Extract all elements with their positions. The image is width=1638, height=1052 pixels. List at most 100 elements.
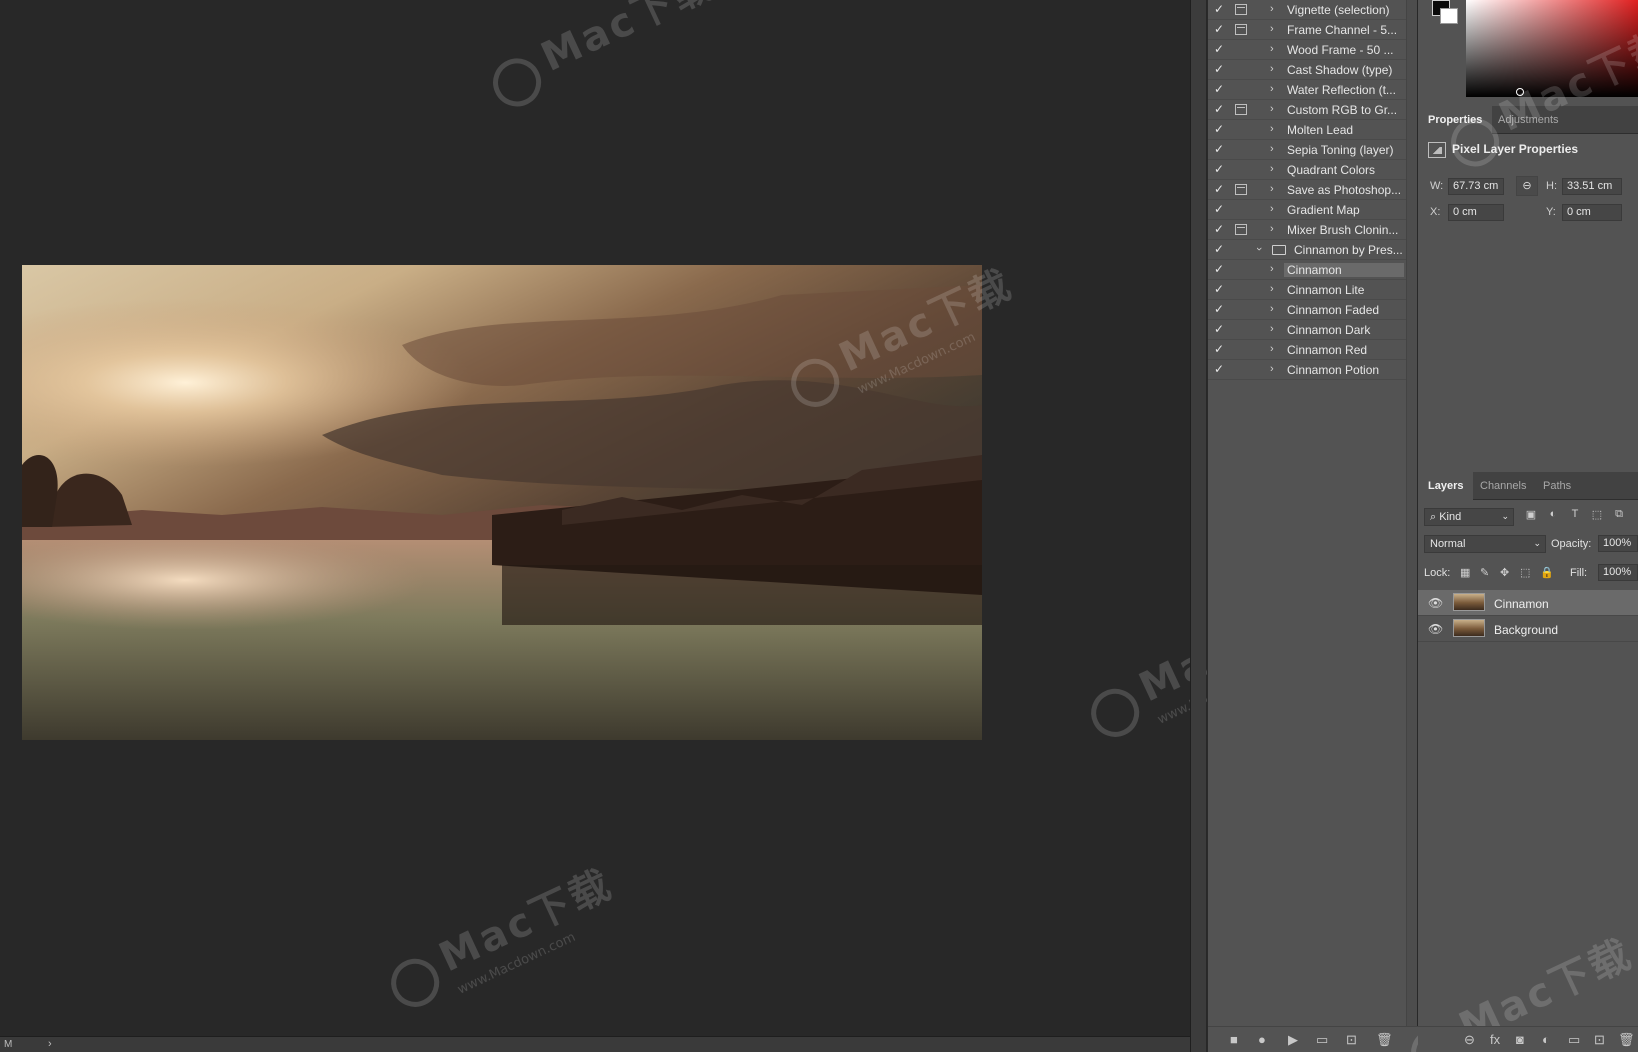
opacity-field[interactable]: 100% xyxy=(1598,535,1638,552)
blend-mode-select[interactable]: Normal ⌄ xyxy=(1424,535,1546,553)
lock-image-pixels-icon[interactable]: ✎ xyxy=(1480,566,1489,579)
checkmark-icon[interactable]: ✓ xyxy=(1214,342,1228,356)
dialog-toggle-icon[interactable] xyxy=(1235,4,1247,15)
link-layers-icon[interactable]: ⊖ xyxy=(1464,1032,1475,1048)
color-picker-cursor[interactable] xyxy=(1516,88,1524,96)
action-row[interactable]: ✓ › Custom RGB to Gr... xyxy=(1208,100,1406,120)
checkmark-icon[interactable]: ✓ xyxy=(1214,182,1228,196)
record-icon[interactable]: ● xyxy=(1258,1032,1266,1047)
adjustment-layer-icon[interactable]: ◐ xyxy=(1542,1032,1550,1047)
filter-pixel-icon[interactable]: ▣ xyxy=(1524,508,1538,522)
chevron-right-icon[interactable]: › xyxy=(1270,363,1274,375)
checkmark-icon[interactable]: ✓ xyxy=(1214,162,1228,176)
checkmark-icon[interactable]: ✓ xyxy=(1214,282,1228,296)
chevron-right-icon[interactable]: › xyxy=(1270,323,1274,335)
checkmark-icon[interactable]: ✓ xyxy=(1214,62,1228,76)
dialog-toggle-icon[interactable] xyxy=(1235,104,1247,115)
tab-layers[interactable]: Layers xyxy=(1418,472,1474,500)
dialog-toggle-icon[interactable] xyxy=(1235,244,1247,255)
action-row[interactable]: ✓ › Cinnamon Faded xyxy=(1208,300,1406,320)
dialog-toggle-icon[interactable] xyxy=(1235,364,1247,375)
tab-paths[interactable]: Paths xyxy=(1533,472,1581,500)
action-row[interactable]: ✓ › Cinnamon Red xyxy=(1208,340,1406,360)
lock-position-icon[interactable]: ✥ xyxy=(1500,566,1509,579)
checkmark-icon[interactable]: ✓ xyxy=(1214,22,1228,36)
action-row[interactable]: ✓ › Frame Channel - 5... xyxy=(1208,20,1406,40)
checkmark-icon[interactable]: ✓ xyxy=(1214,102,1228,116)
chevron-right-icon[interactable]: › xyxy=(1270,43,1274,55)
status-menu-arrow[interactable]: › xyxy=(48,1038,52,1050)
dialog-toggle-icon[interactable] xyxy=(1235,204,1247,215)
visibility-eye-icon[interactable]: 👁 xyxy=(1428,622,1443,636)
dialog-toggle-icon[interactable] xyxy=(1235,84,1247,95)
dialog-toggle-icon[interactable] xyxy=(1235,124,1247,135)
action-row[interactable]: ✓ › Molten Lead xyxy=(1208,120,1406,140)
chevron-right-icon[interactable]: › xyxy=(1270,263,1274,275)
chevron-right-icon[interactable]: › xyxy=(1270,103,1274,115)
width-field[interactable]: 67.73 cm xyxy=(1448,178,1504,195)
link-dimensions-icon[interactable]: ⊖ xyxy=(1516,176,1538,196)
photo-image[interactable] xyxy=(22,265,982,740)
checkmark-icon[interactable]: ✓ xyxy=(1214,202,1228,216)
new-set-folder-icon[interactable]: ▭ xyxy=(1316,1032,1328,1048)
new-layer-icon[interactable]: ⊡ xyxy=(1594,1032,1605,1048)
lock-all-icon[interactable]: 🔒 xyxy=(1540,566,1554,579)
action-row[interactable]: ✓ › Sepia Toning (layer) xyxy=(1208,140,1406,160)
dialog-toggle-icon[interactable] xyxy=(1235,44,1247,55)
dialog-toggle-icon[interactable] xyxy=(1235,324,1247,335)
chevron-right-icon[interactable]: › xyxy=(1270,223,1274,235)
action-row[interactable]: ✓ › Save as Photoshop... xyxy=(1208,180,1406,200)
chevron-right-icon[interactable]: › xyxy=(1270,183,1274,195)
checkmark-icon[interactable]: ✓ xyxy=(1214,262,1228,276)
document-canvas-area[interactable]: Mac下载 Mac下载www.Macdown.com Mac下载www.Macd… xyxy=(0,0,1320,1036)
tab-adjustments[interactable]: Adjustments xyxy=(1488,106,1569,134)
background-color-swatch[interactable] xyxy=(1440,8,1458,24)
checkmark-icon[interactable]: ✓ xyxy=(1214,242,1228,256)
chevron-right-icon[interactable]: › xyxy=(1270,163,1274,175)
checkmark-icon[interactable]: ✓ xyxy=(1214,362,1228,376)
height-field[interactable]: 33.51 cm xyxy=(1562,178,1622,195)
action-row[interactable]: ✓ › Cinnamon Dark xyxy=(1208,320,1406,340)
visibility-eye-icon[interactable]: 👁 xyxy=(1428,596,1443,610)
action-row[interactable]: ✓ › Water Reflection (t... xyxy=(1208,80,1406,100)
fx-icon[interactable]: fx xyxy=(1490,1032,1500,1047)
dialog-toggle-icon[interactable] xyxy=(1235,24,1247,35)
dialog-toggle-icon[interactable] xyxy=(1235,184,1247,195)
delete-layer-icon[interactable]: 🗑 xyxy=(1618,1032,1635,1048)
filter-adjustment-icon[interactable]: ◐ xyxy=(1546,508,1560,522)
action-row[interactable]: ✓ › Cast Shadow (type) xyxy=(1208,60,1406,80)
layer-filter-kind-select[interactable]: ⌕ Kind ⌄ xyxy=(1424,508,1514,526)
action-row[interactable]: ✓ › Cinnamon Potion xyxy=(1208,360,1406,380)
chevron-right-icon[interactable]: › xyxy=(1270,283,1274,295)
chevron-right-icon[interactable]: › xyxy=(1270,123,1274,135)
actions-scrollbar[interactable] xyxy=(1406,0,1417,1030)
action-row[interactable]: ✓ › Mixer Brush Clonin... xyxy=(1208,220,1406,240)
dialog-toggle-icon[interactable] xyxy=(1235,164,1247,175)
trash-icon[interactable]: 🗑 xyxy=(1376,1032,1393,1048)
checkmark-icon[interactable]: ✓ xyxy=(1214,82,1228,96)
checkmark-icon[interactable]: ✓ xyxy=(1214,42,1228,56)
y-field[interactable]: 0 cm xyxy=(1562,204,1622,221)
chevron-right-icon[interactable]: › xyxy=(1270,343,1274,355)
checkmark-icon[interactable]: ✓ xyxy=(1214,322,1228,336)
checkmark-icon[interactable]: ✓ xyxy=(1214,122,1228,136)
chevron-right-icon[interactable]: › xyxy=(1270,23,1274,35)
action-row[interactable]: ✓ › Quadrant Colors xyxy=(1208,160,1406,180)
chevron-right-icon[interactable]: › xyxy=(1270,203,1274,215)
dialog-toggle-icon[interactable] xyxy=(1235,304,1247,315)
dialog-toggle-icon[interactable] xyxy=(1235,344,1247,355)
action-row[interactable]: ✓ › Gradient Map xyxy=(1208,200,1406,220)
dialog-toggle-icon[interactable] xyxy=(1235,284,1247,295)
dialog-toggle-icon[interactable] xyxy=(1235,264,1247,275)
action-set-row[interactable]: ✓ › Cinnamon by Pres... xyxy=(1208,240,1406,260)
dialog-toggle-icon[interactable] xyxy=(1235,224,1247,235)
action-row[interactable]: ✓ › Vignette (selection) xyxy=(1208,0,1406,20)
action-row[interactable]: ✓ › Cinnamon xyxy=(1208,260,1406,280)
add-mask-icon[interactable]: ◙ xyxy=(1516,1032,1524,1047)
checkmark-icon[interactable]: ✓ xyxy=(1214,222,1228,236)
action-row[interactable]: ✓ › Cinnamon Lite xyxy=(1208,280,1406,300)
lock-transparent-pixels-icon[interactable]: ▦ xyxy=(1460,566,1470,579)
stop-icon[interactable]: ■ xyxy=(1230,1032,1238,1047)
chevron-down-icon[interactable]: › xyxy=(1253,247,1265,251)
checkmark-icon[interactable]: ✓ xyxy=(1214,302,1228,316)
